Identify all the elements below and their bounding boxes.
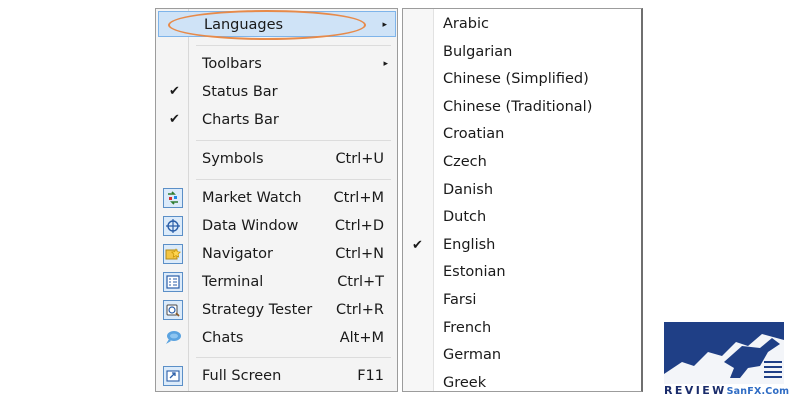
review-sanfx-logo: REVIEWSanFX.Com <box>664 322 789 400</box>
checkmark-icon: ✔ <box>169 84 180 99</box>
language-item-farsi[interactable]: Farsi <box>403 287 641 314</box>
language-label: Farsi <box>443 292 477 308</box>
language-label: French <box>443 319 492 336</box>
menu-item-charts-bar[interactable]: ✔ Charts Bar <box>157 107 396 133</box>
menu-item-full-screen[interactable]: Full Screen F11 <box>157 363 396 389</box>
menu-item-label: Full Screen <box>202 368 282 384</box>
language-item-croatian[interactable]: Croatian <box>403 121 641 148</box>
language-item-bulgarian[interactable]: Bulgarian <box>403 39 641 66</box>
menu-item-data-window[interactable]: Data Window Ctrl+D <box>157 213 396 239</box>
menu-item-label: Data Window <box>202 218 299 234</box>
language-item-czech[interactable]: Czech <box>403 149 641 176</box>
logo-wordmark: REVIEWSanFX.Com <box>664 384 789 398</box>
menu-item-label: Strategy Tester <box>202 302 313 318</box>
language-label: Danish <box>443 181 494 198</box>
menu-item-shortcut: Ctrl+R <box>335 302 384 318</box>
view-menu: Languages ▸ Toolbars ▸ ✔ Status Bar ✔ Ch… <box>155 8 398 392</box>
submenu-arrow-icon: ▸ <box>382 20 387 30</box>
menu-item-shortcut: Ctrl+M <box>333 190 384 206</box>
language-item-danish[interactable]: Danish <box>403 177 641 204</box>
menu-item-label: Status Bar <box>202 84 278 100</box>
full-screen-icon <box>163 366 183 386</box>
strategy-tester-icon <box>163 300 183 320</box>
data-window-icon <box>163 216 183 236</box>
logo-word-sanfx: SanFX.Com <box>726 386 790 397</box>
menu-item-shortcut: F11 <box>357 368 384 384</box>
menu-item-strategy-tester[interactable]: Strategy Tester Ctrl+R <box>157 297 396 323</box>
language-label: Bulgarian <box>443 43 513 60</box>
menu-item-label: Charts Bar <box>202 112 279 128</box>
navigator-icon <box>163 244 183 264</box>
menu-item-market-watch[interactable]: Market Watch Ctrl+M <box>157 185 396 211</box>
language-label: Dutch <box>443 209 487 226</box>
language-label: Croatian <box>443 126 505 143</box>
language-label: Chinese (Traditional) <box>443 98 593 115</box>
languages-submenu: Arabic Bulgarian Chinese (Simplified) Chine… <box>402 8 643 392</box>
menu-item-status-bar[interactable]: ✔ Status Bar <box>157 79 396 105</box>
language-item-chinese-traditional[interactable]: Chinese (Traditional) <box>403 94 641 121</box>
language-label: English <box>443 236 496 253</box>
chats-icon <box>163 328 183 348</box>
menu-item-languages[interactable]: Languages ▸ <box>158 11 396 37</box>
menu-separator <box>196 45 391 46</box>
language-item-german[interactable]: German <box>403 342 641 369</box>
language-item-chinese-simplified[interactable]: Chinese (Simplified) <box>403 66 641 93</box>
menu-item-symbols[interactable]: Symbols Ctrl+U <box>157 146 396 172</box>
language-label: German <box>443 347 502 364</box>
language-item-english[interactable]: ✔ English <box>403 232 641 259</box>
menu-item-label: Chats <box>202 330 244 346</box>
logo-word-review: REVIEW <box>664 384 727 397</box>
menu-item-toolbars[interactable]: Toolbars ▸ <box>157 51 396 77</box>
checkmark-icon: ✔ <box>169 112 180 127</box>
menu-item-chats[interactable]: Chats Alt+M <box>157 325 396 351</box>
menu-separator <box>196 140 391 141</box>
market-watch-icon <box>163 188 183 208</box>
menu-item-shortcut: Alt+M <box>339 330 384 346</box>
language-label: Czech <box>443 154 487 170</box>
terminal-icon <box>163 272 183 292</box>
menu-item-label: Symbols <box>202 151 264 167</box>
menu-item-label: Navigator <box>202 246 273 262</box>
menu-item-terminal[interactable]: Terminal Ctrl+T <box>157 269 396 295</box>
language-item-dutch[interactable]: Dutch <box>403 204 641 231</box>
language-label: Arabic <box>443 16 489 32</box>
submenu-arrow-icon: ▸ <box>383 59 388 69</box>
language-item-estonian[interactable]: Estonian <box>403 259 641 286</box>
menu-separator <box>196 357 391 358</box>
menu-item-label: Market Watch <box>202 190 302 206</box>
language-item-arabic[interactable]: Arabic <box>403 11 641 38</box>
menu-item-label: Terminal <box>202 274 264 290</box>
menu-separator <box>196 179 391 180</box>
menu-item-shortcut: Ctrl+D <box>334 218 384 234</box>
menu-item-label: Languages <box>204 17 284 33</box>
language-label: Chinese (Simplified) <box>443 71 589 88</box>
bull-logo-icon <box>664 322 784 384</box>
menu-item-label: Toolbars <box>202 56 262 72</box>
menu-item-navigator[interactable]: Navigator Ctrl+N <box>157 241 396 267</box>
language-item-greek[interactable]: Greek <box>403 370 641 391</box>
menu-item-shortcut: Ctrl+T <box>337 274 384 290</box>
language-label: Estonian <box>443 264 506 281</box>
checkmark-icon: ✔ <box>412 237 423 253</box>
language-item-french[interactable]: French <box>403 315 641 342</box>
menu-item-shortcut: Ctrl+N <box>335 246 384 262</box>
menu-item-shortcut: Ctrl+U <box>335 151 384 167</box>
language-label: Greek <box>443 374 487 391</box>
